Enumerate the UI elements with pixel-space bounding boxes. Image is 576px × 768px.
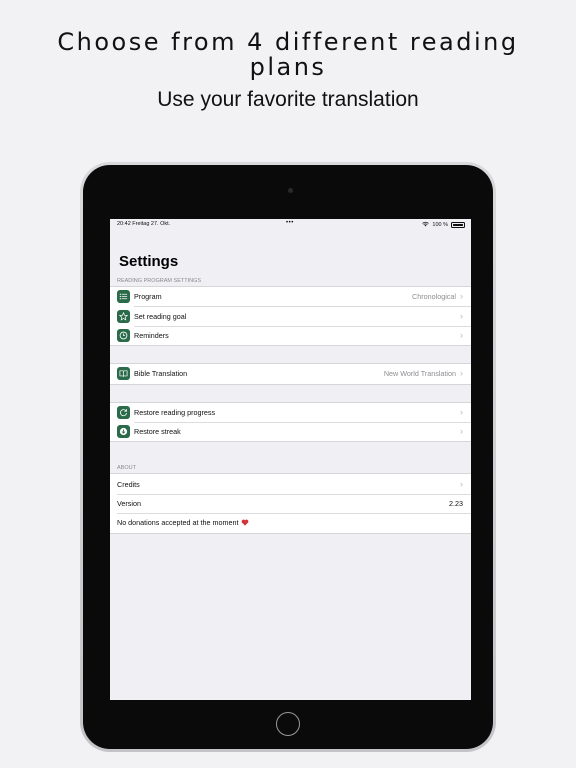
status-time-date: 20:42 Freitag 27. Okt. xyxy=(117,221,171,227)
star-icon xyxy=(117,309,130,323)
list-icon xyxy=(117,290,130,304)
ipad-bezel: 20:42 Freitag 27. Okt. ••• 100 % Setting… xyxy=(83,165,493,749)
restore-progress-row[interactable]: Restore reading progress › xyxy=(110,403,471,422)
restore-icon xyxy=(117,405,130,419)
version-label: Version xyxy=(117,498,141,508)
promo-subheadline: Use your favorite translation xyxy=(157,88,419,111)
donations-label: No donations accepted at the moment xyxy=(117,518,239,528)
section-header-about: ABOUT xyxy=(117,465,136,472)
heart-icon xyxy=(241,519,249,526)
battery-percentage: 100 % xyxy=(432,222,448,228)
promo-headline-line2: plans xyxy=(249,53,327,81)
chevron-right-icon: › xyxy=(460,310,463,321)
translation-label: Bible Translation xyxy=(134,369,188,379)
version-row: Version 2.23 xyxy=(110,493,471,513)
download-icon xyxy=(117,425,130,439)
chevron-right-icon: › xyxy=(460,291,463,302)
chevron-right-icon: › xyxy=(460,426,463,437)
wifi-icon xyxy=(422,221,430,229)
program-row[interactable]: Program Chronological › xyxy=(110,287,471,306)
chevron-right-icon: › xyxy=(460,329,463,340)
program-value: Chronological xyxy=(412,292,456,302)
reminders-label: Reminders xyxy=(134,330,169,340)
status-bar: 20:42 Freitag 27. Okt. ••• 100 % xyxy=(110,219,471,229)
promo-headline: Choose from 4 different reading plans xyxy=(0,30,576,80)
home-button[interactable] xyxy=(276,712,300,736)
credits-label: Credits xyxy=(117,479,140,489)
version-value: 2.23 xyxy=(449,498,463,508)
clock-icon xyxy=(117,328,130,342)
chevron-right-icon: › xyxy=(460,406,463,417)
credits-row[interactable]: Credits › xyxy=(110,474,471,493)
reading-goal-row[interactable]: Set reading goal › xyxy=(110,306,471,325)
chevron-right-icon: › xyxy=(460,368,463,379)
multitasking-dots[interactable]: ••• xyxy=(286,220,294,226)
ipad-frame: 20:42 Freitag 27. Okt. ••• 100 % Setting… xyxy=(80,162,496,752)
translation-value: New World Translation xyxy=(383,369,456,379)
translation-row[interactable]: Bible Translation New World Translation … xyxy=(110,364,471,383)
translation-group: Bible Translation New World Translation … xyxy=(110,363,471,385)
donations-row: No donations accepted at the moment xyxy=(110,513,471,532)
promo-headline-line1: Choose from 4 different reading xyxy=(57,28,519,56)
status-right: 100 % xyxy=(422,221,465,229)
restore-group: Restore reading progress › Restore strea… xyxy=(110,401,471,443)
app-screen: 20:42 Freitag 27. Okt. ••• 100 % Setting… xyxy=(110,219,471,700)
battery-icon xyxy=(451,222,465,228)
program-label: Program xyxy=(134,292,162,302)
reminders-row[interactable]: Reminders › xyxy=(110,325,471,345)
restore-streak-row[interactable]: Restore streak › xyxy=(110,421,471,441)
about-group: Credits › Version 2.23 No donations acce… xyxy=(110,473,471,534)
reading-settings-group: Program Chronological › Set reading goal… xyxy=(110,286,471,347)
camera-icon xyxy=(288,188,293,193)
book-icon xyxy=(117,367,130,381)
reading-goal-label: Set reading goal xyxy=(134,311,187,321)
page-title: Settings xyxy=(119,253,179,270)
section-header-reading: READING PROGRAM SETTINGS xyxy=(117,278,202,284)
restore-streak-label: Restore streak xyxy=(134,427,181,437)
chevron-right-icon: › xyxy=(460,478,463,489)
restore-progress-label: Restore reading progress xyxy=(134,407,216,417)
